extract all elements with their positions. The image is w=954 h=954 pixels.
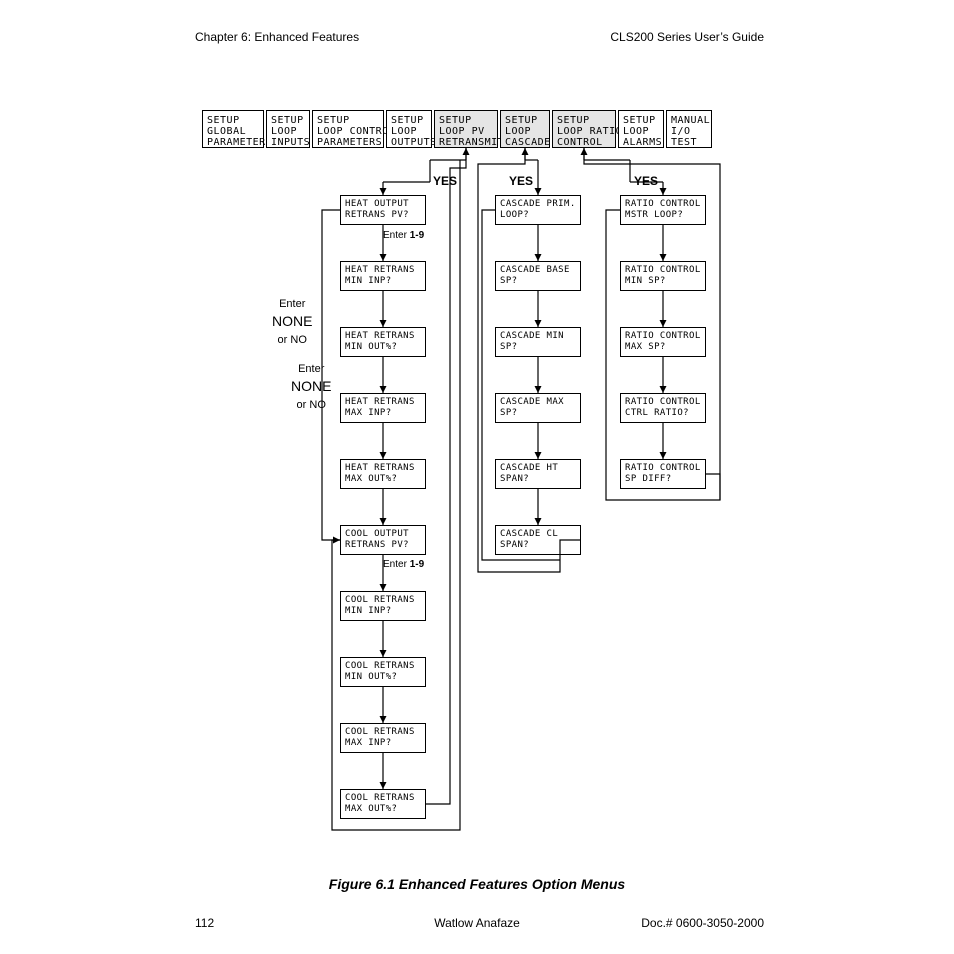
label-enter-1-9-cool: Enter 1-9 [383, 559, 424, 570]
header-right: CLS200 Series User’s Guide [610, 30, 764, 44]
step-cool-retrans-min-out: COOL RETRANS MIN OUT%? [340, 657, 426, 687]
step-ratio-sp-diff: RATIO CONTROL SP DIFF? [620, 459, 706, 489]
step-ratio-max-sp: RATIO CONTROL MAX SP? [620, 327, 706, 357]
footer-right: Doc.# 0600-3050-2000 [641, 916, 764, 930]
step-cool-retrans-max-out: COOL RETRANS MAX OUT%? [340, 789, 426, 819]
step-heat-output-retrans-pv: HEAT OUTPUT RETRANS PV? [340, 195, 426, 225]
step-cool-retrans-min-inp: COOL RETRANS MIN INP? [340, 591, 426, 621]
menu-loop-pv-retrans: SETUP LOOP PV RETRANSMIT [434, 110, 498, 148]
menu-loop-cascade: SETUP LOOP CASCADE [500, 110, 550, 148]
menu-loop-inputs: SETUP LOOP INPUTS [266, 110, 310, 148]
step-cascade-base-sp: CASCADE BASE SP? [495, 261, 581, 291]
step-cool-output-retrans-pv: COOL OUTPUT RETRANS PV? [340, 525, 426, 555]
label-yes-b: YES [509, 174, 533, 188]
menu-global-params: SETUP GLOBAL PARAMETERS [202, 110, 264, 148]
step-cascade-max-sp: CASCADE MAX SP? [495, 393, 581, 423]
step-cool-retrans-max-inp: COOL RETRANS MAX INP? [340, 723, 426, 753]
step-heat-retrans-min-out: HEAT RETRANS MIN OUT%? [340, 327, 426, 357]
label-none-or-no-heat: Enter NONE or NO [272, 294, 312, 349]
step-cascade-prim-loop: CASCADE PRIM. LOOP? [495, 195, 581, 225]
step-cascade-min-sp: CASCADE MIN SP? [495, 327, 581, 357]
step-cascade-cl-span: CASCADE CL SPAN? [495, 525, 581, 555]
menu-manual-io: MANUAL I/O TEST [666, 110, 712, 148]
label-yes-a: YES [433, 174, 457, 188]
menu-loop-ratio: SETUP LOOP RATIO CONTROL [552, 110, 616, 148]
menu-loop-outputs: SETUP LOOP OUTPUTS [386, 110, 432, 148]
menu-loop-alarms: SETUP LOOP ALARMS [618, 110, 664, 148]
label-yes-c: YES [634, 174, 658, 188]
figure-caption: Figure 6.1 Enhanced Features Option Menu… [0, 876, 954, 892]
header-left: Chapter 6: Enhanced Features [195, 30, 359, 44]
footer-center: Watlow Anafaze [0, 916, 954, 930]
step-ratio-min-sp: RATIO CONTROL MIN SP? [620, 261, 706, 291]
label-none-or-no-cool: Enter NONE or NO [291, 359, 331, 414]
label-enter-1-9-heat: Enter 1-9 [383, 230, 424, 241]
step-ratio-mstr-loop: RATIO CONTROL MSTR LOOP? [620, 195, 706, 225]
step-cascade-ht-span: CASCADE HT SPAN? [495, 459, 581, 489]
step-heat-retrans-max-inp: HEAT RETRANS MAX INP? [340, 393, 426, 423]
menu-loop-control: SETUP LOOP CONTROL PARAMETERS [312, 110, 384, 148]
step-heat-retrans-min-inp: HEAT RETRANS MIN INP? [340, 261, 426, 291]
step-heat-retrans-max-out: HEAT RETRANS MAX OUT%? [340, 459, 426, 489]
step-ratio-ctrl-ratio: RATIO CONTROL CTRL RATIO? [620, 393, 706, 423]
